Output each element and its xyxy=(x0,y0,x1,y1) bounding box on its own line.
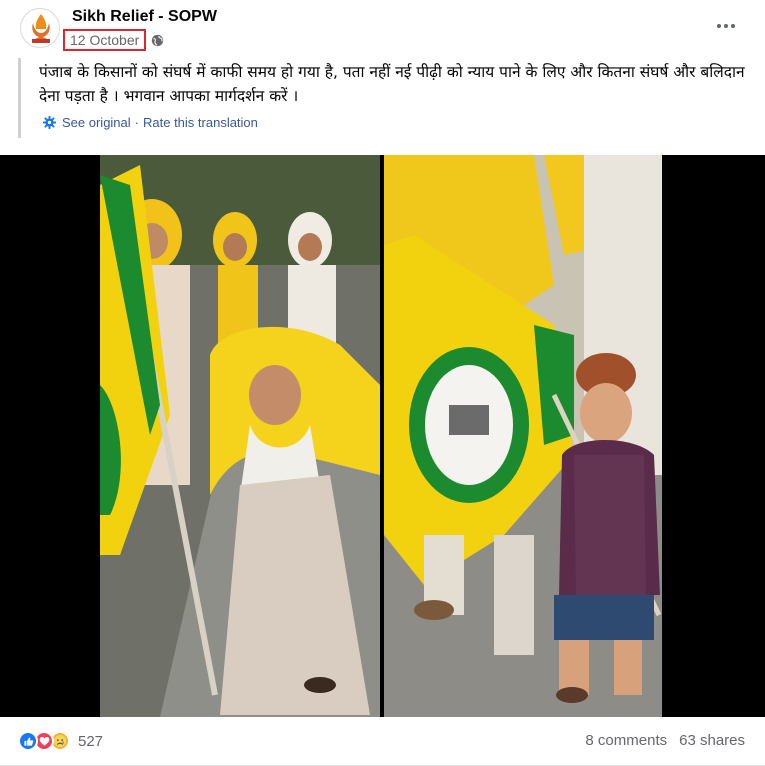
photo-child-with-flag xyxy=(384,155,662,717)
post-footer: 527 8 comments 63 shares xyxy=(0,717,765,766)
post-date-link[interactable]: 12 October xyxy=(63,29,147,51)
post-header: Sikh Relief - SOPW 12 October xyxy=(0,0,765,60)
translation-controls: See original · Rate this translation xyxy=(43,115,258,130)
page-avatar[interactable] xyxy=(20,8,60,48)
translated-text-block: पंजाब के किसानों को संघर्ष में काफी समय … xyxy=(18,58,748,138)
more-icon-dot xyxy=(717,24,721,28)
post-photo[interactable] xyxy=(0,155,765,717)
gear-icon xyxy=(43,116,56,129)
reactions-summary[interactable]: 527 xyxy=(18,731,103,751)
more-icon-dot xyxy=(724,24,728,28)
shares-link[interactable]: 63 shares xyxy=(679,732,745,749)
like-icon xyxy=(18,731,38,751)
sikh-relief-logo xyxy=(22,10,59,47)
see-original-link[interactable]: See original xyxy=(62,115,131,130)
post-text: पंजाब के किसानों को संघर्ष में काफी समय … xyxy=(39,63,745,105)
reaction-count: 527 xyxy=(78,732,104,750)
globe-icon xyxy=(152,34,164,46)
more-options-button[interactable] xyxy=(711,14,741,38)
rate-translation-link[interactable]: Rate this translation xyxy=(143,115,258,130)
separator: · xyxy=(134,115,139,130)
engagement-stats: 8 comments 63 shares xyxy=(585,732,745,749)
photo-elderly-woman-with-flag xyxy=(100,155,380,717)
comments-link[interactable]: 8 comments xyxy=(585,732,667,749)
photo-left-image xyxy=(100,155,380,717)
more-icon-dot xyxy=(731,24,735,28)
page-name-link[interactable]: Sikh Relief - SOPW xyxy=(72,8,217,26)
photo-right-image xyxy=(384,155,662,717)
post-meta: 12 October xyxy=(63,28,164,52)
